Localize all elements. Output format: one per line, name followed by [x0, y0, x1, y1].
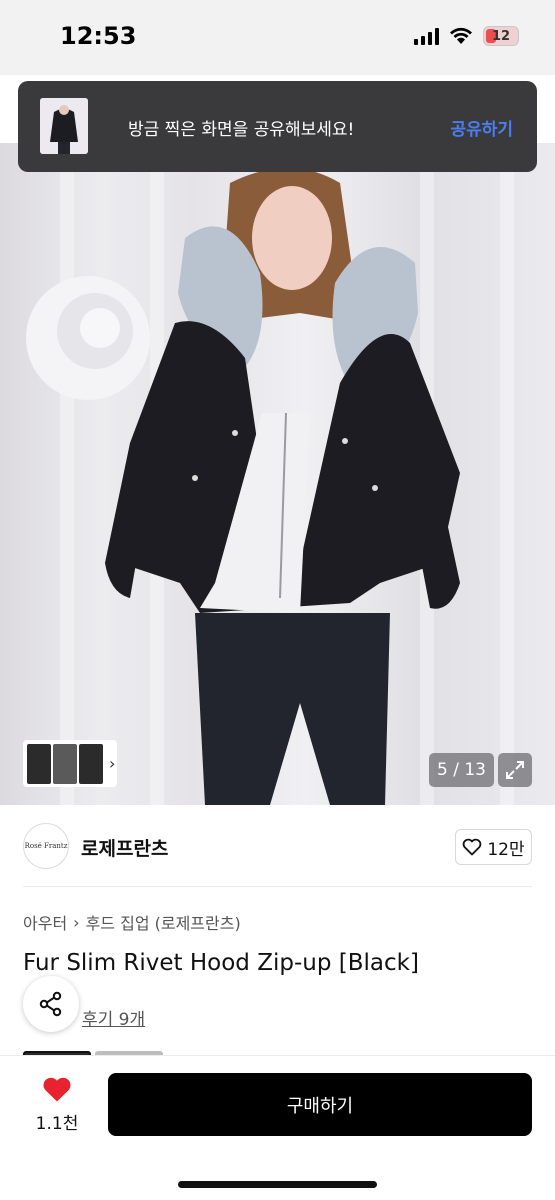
thumbnail[interactable] [27, 743, 51, 784]
status-icons: 12 [414, 26, 519, 46]
product-photo [26, 168, 460, 805]
breadcrumb-category[interactable]: 아우터 [23, 910, 67, 934]
battery-level: 12 [491, 28, 511, 44]
share-button[interactable] [23, 976, 79, 1032]
toast-message: 방금 찍은 화면을 공유해보세요! [128, 120, 355, 140]
buy-button[interactable]: 구매하기 [108, 1073, 532, 1136]
brand-name[interactable]: 로제프란츠 [81, 834, 168, 861]
chevron-right-icon: › [73, 912, 80, 932]
brand-like-button[interactable]: 12만 [455, 829, 532, 865]
expand-button[interactable] [498, 753, 532, 787]
image-page-counter: 5 / 13 [429, 753, 494, 787]
expand-icon [506, 761, 524, 779]
image-thumbnail-strip[interactable]: › [23, 740, 117, 787]
share-icon [39, 991, 62, 1017]
battery-icon: 12 [483, 26, 519, 46]
product-image[interactable] [0, 143, 555, 805]
review-link[interactable]: 후기 9개 [82, 1005, 145, 1030]
signal-icon [414, 27, 439, 45]
wifi-icon [450, 27, 472, 44]
status-time: 12:53 [60, 22, 137, 50]
home-indicator [178, 1181, 377, 1188]
status-bar: 12:53 12 [0, 0, 555, 75]
breadcrumb-subcategory[interactable]: 후드 집업 (로제프란츠) [86, 910, 241, 934]
bottom-action-bar: 1.1천 구매하기 [0, 1055, 555, 1200]
chevron-right-icon: › [109, 754, 116, 773]
brand-logo[interactable]: Rosé Frantz [23, 823, 69, 869]
wishlist-button[interactable]: 1.1천 [28, 1076, 86, 1134]
toast-thumbnail [40, 98, 88, 154]
wishlist-count: 1.1천 [35, 1114, 79, 1134]
share-toast: 방금 찍은 화면을 공유해보세요! 공유하기 [18, 81, 537, 172]
thumbnail[interactable] [53, 743, 77, 784]
brand-row: Rosé Frantz 로제프란츠 12만 [0, 805, 555, 887]
breadcrumb: 아우터 › 후드 집업 (로제프란츠) [23, 910, 241, 934]
divider [23, 886, 532, 887]
brand-like-count: 12만 [487, 839, 525, 860]
product-title: Fur Slim Rivet Hood Zip-up [Black] [23, 950, 419, 976]
heart-outline-icon [463, 838, 482, 856]
thumbnail[interactable] [79, 743, 103, 784]
heart-filled-icon [43, 1077, 71, 1102]
toast-share-button[interactable]: 공유하기 [450, 115, 513, 140]
